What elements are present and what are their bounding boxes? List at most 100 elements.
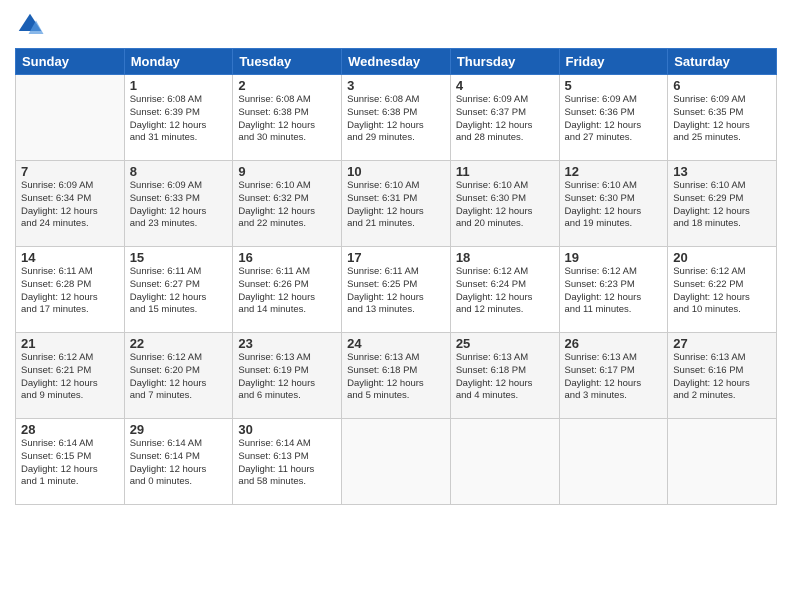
day-number: 9 <box>238 164 336 179</box>
calendar-cell: 30Sunrise: 6:14 AM Sunset: 6:13 PM Dayli… <box>233 419 342 505</box>
day-info: Sunrise: 6:13 AM Sunset: 6:16 PM Dayligh… <box>673 352 771 403</box>
dow-header-wednesday: Wednesday <box>342 49 451 75</box>
day-number: 1 <box>130 78 228 93</box>
day-number: 15 <box>130 250 228 265</box>
day-info: Sunrise: 6:12 AM Sunset: 6:23 PM Dayligh… <box>565 266 663 317</box>
calendar-week-4: 28Sunrise: 6:14 AM Sunset: 6:15 PM Dayli… <box>16 419 777 505</box>
calendar-cell: 11Sunrise: 6:10 AM Sunset: 6:30 PM Dayli… <box>450 161 559 247</box>
calendar-cell: 16Sunrise: 6:11 AM Sunset: 6:26 PM Dayli… <box>233 247 342 333</box>
day-info: Sunrise: 6:09 AM Sunset: 6:34 PM Dayligh… <box>21 180 119 231</box>
calendar-cell: 13Sunrise: 6:10 AM Sunset: 6:29 PM Dayli… <box>668 161 777 247</box>
calendar-cell: 14Sunrise: 6:11 AM Sunset: 6:28 PM Dayli… <box>16 247 125 333</box>
day-info: Sunrise: 6:09 AM Sunset: 6:37 PM Dayligh… <box>456 94 554 145</box>
day-number: 11 <box>456 164 554 179</box>
day-info: Sunrise: 6:14 AM Sunset: 6:13 PM Dayligh… <box>238 438 336 489</box>
day-info: Sunrise: 6:10 AM Sunset: 6:29 PM Dayligh… <box>673 180 771 231</box>
day-number: 5 <box>565 78 663 93</box>
dow-header-tuesday: Tuesday <box>233 49 342 75</box>
calendar-cell: 7Sunrise: 6:09 AM Sunset: 6:34 PM Daylig… <box>16 161 125 247</box>
calendar-week-0: 1Sunrise: 6:08 AM Sunset: 6:39 PM Daylig… <box>16 75 777 161</box>
calendar-week-2: 14Sunrise: 6:11 AM Sunset: 6:28 PM Dayli… <box>16 247 777 333</box>
day-info: Sunrise: 6:13 AM Sunset: 6:19 PM Dayligh… <box>238 352 336 403</box>
page: SundayMondayTuesdayWednesdayThursdayFrid… <box>0 0 792 612</box>
day-info: Sunrise: 6:08 AM Sunset: 6:38 PM Dayligh… <box>238 94 336 145</box>
day-number: 10 <box>347 164 445 179</box>
calendar-cell <box>559 419 668 505</box>
calendar-cell <box>16 75 125 161</box>
day-info: Sunrise: 6:08 AM Sunset: 6:39 PM Dayligh… <box>130 94 228 145</box>
calendar-cell: 12Sunrise: 6:10 AM Sunset: 6:30 PM Dayli… <box>559 161 668 247</box>
calendar-cell: 22Sunrise: 6:12 AM Sunset: 6:20 PM Dayli… <box>124 333 233 419</box>
calendar-cell: 21Sunrise: 6:12 AM Sunset: 6:21 PM Dayli… <box>16 333 125 419</box>
calendar-week-1: 7Sunrise: 6:09 AM Sunset: 6:34 PM Daylig… <box>16 161 777 247</box>
day-number: 24 <box>347 336 445 351</box>
calendar-cell: 23Sunrise: 6:13 AM Sunset: 6:19 PM Dayli… <box>233 333 342 419</box>
logo <box>15 10 49 40</box>
day-info: Sunrise: 6:10 AM Sunset: 6:30 PM Dayligh… <box>565 180 663 231</box>
calendar-cell: 5Sunrise: 6:09 AM Sunset: 6:36 PM Daylig… <box>559 75 668 161</box>
day-number: 6 <box>673 78 771 93</box>
day-info: Sunrise: 6:10 AM Sunset: 6:31 PM Dayligh… <box>347 180 445 231</box>
day-info: Sunrise: 6:12 AM Sunset: 6:21 PM Dayligh… <box>21 352 119 403</box>
day-number: 30 <box>238 422 336 437</box>
calendar-cell: 3Sunrise: 6:08 AM Sunset: 6:38 PM Daylig… <box>342 75 451 161</box>
day-number: 14 <box>21 250 119 265</box>
day-info: Sunrise: 6:09 AM Sunset: 6:36 PM Dayligh… <box>565 94 663 145</box>
day-info: Sunrise: 6:09 AM Sunset: 6:35 PM Dayligh… <box>673 94 771 145</box>
day-info: Sunrise: 6:08 AM Sunset: 6:38 PM Dayligh… <box>347 94 445 145</box>
day-number: 3 <box>347 78 445 93</box>
day-number: 26 <box>565 336 663 351</box>
day-info: Sunrise: 6:12 AM Sunset: 6:24 PM Dayligh… <box>456 266 554 317</box>
calendar: SundayMondayTuesdayWednesdayThursdayFrid… <box>15 48 777 505</box>
calendar-cell: 24Sunrise: 6:13 AM Sunset: 6:18 PM Dayli… <box>342 333 451 419</box>
day-number: 7 <box>21 164 119 179</box>
dow-header-sunday: Sunday <box>16 49 125 75</box>
day-info: Sunrise: 6:10 AM Sunset: 6:30 PM Dayligh… <box>456 180 554 231</box>
calendar-cell: 8Sunrise: 6:09 AM Sunset: 6:33 PM Daylig… <box>124 161 233 247</box>
calendar-week-3: 21Sunrise: 6:12 AM Sunset: 6:21 PM Dayli… <box>16 333 777 419</box>
day-info: Sunrise: 6:13 AM Sunset: 6:18 PM Dayligh… <box>456 352 554 403</box>
day-of-week-row: SundayMondayTuesdayWednesdayThursdayFrid… <box>16 49 777 75</box>
calendar-cell: 29Sunrise: 6:14 AM Sunset: 6:14 PM Dayli… <box>124 419 233 505</box>
day-info: Sunrise: 6:11 AM Sunset: 6:26 PM Dayligh… <box>238 266 336 317</box>
day-info: Sunrise: 6:12 AM Sunset: 6:20 PM Dayligh… <box>130 352 228 403</box>
day-number: 13 <box>673 164 771 179</box>
calendar-cell <box>342 419 451 505</box>
dow-header-saturday: Saturday <box>668 49 777 75</box>
header <box>15 10 777 40</box>
calendar-cell: 10Sunrise: 6:10 AM Sunset: 6:31 PM Dayli… <box>342 161 451 247</box>
day-info: Sunrise: 6:10 AM Sunset: 6:32 PM Dayligh… <box>238 180 336 231</box>
day-info: Sunrise: 6:11 AM Sunset: 6:25 PM Dayligh… <box>347 266 445 317</box>
day-number: 17 <box>347 250 445 265</box>
calendar-cell: 19Sunrise: 6:12 AM Sunset: 6:23 PM Dayli… <box>559 247 668 333</box>
calendar-cell: 18Sunrise: 6:12 AM Sunset: 6:24 PM Dayli… <box>450 247 559 333</box>
calendar-cell: 15Sunrise: 6:11 AM Sunset: 6:27 PM Dayli… <box>124 247 233 333</box>
calendar-cell: 1Sunrise: 6:08 AM Sunset: 6:39 PM Daylig… <box>124 75 233 161</box>
calendar-cell: 28Sunrise: 6:14 AM Sunset: 6:15 PM Dayli… <box>16 419 125 505</box>
calendar-cell: 9Sunrise: 6:10 AM Sunset: 6:32 PM Daylig… <box>233 161 342 247</box>
calendar-cell: 17Sunrise: 6:11 AM Sunset: 6:25 PM Dayli… <box>342 247 451 333</box>
day-number: 22 <box>130 336 228 351</box>
calendar-cell: 6Sunrise: 6:09 AM Sunset: 6:35 PM Daylig… <box>668 75 777 161</box>
day-info: Sunrise: 6:11 AM Sunset: 6:28 PM Dayligh… <box>21 266 119 317</box>
day-info: Sunrise: 6:14 AM Sunset: 6:15 PM Dayligh… <box>21 438 119 489</box>
day-number: 8 <box>130 164 228 179</box>
day-number: 19 <box>565 250 663 265</box>
day-info: Sunrise: 6:09 AM Sunset: 6:33 PM Dayligh… <box>130 180 228 231</box>
calendar-cell: 20Sunrise: 6:12 AM Sunset: 6:22 PM Dayli… <box>668 247 777 333</box>
day-number: 27 <box>673 336 771 351</box>
day-info: Sunrise: 6:11 AM Sunset: 6:27 PM Dayligh… <box>130 266 228 317</box>
logo-icon <box>15 10 45 40</box>
day-number: 4 <box>456 78 554 93</box>
day-number: 29 <box>130 422 228 437</box>
day-number: 18 <box>456 250 554 265</box>
dow-header-thursday: Thursday <box>450 49 559 75</box>
day-info: Sunrise: 6:13 AM Sunset: 6:18 PM Dayligh… <box>347 352 445 403</box>
calendar-cell <box>668 419 777 505</box>
calendar-cell: 25Sunrise: 6:13 AM Sunset: 6:18 PM Dayli… <box>450 333 559 419</box>
day-number: 2 <box>238 78 336 93</box>
day-info: Sunrise: 6:14 AM Sunset: 6:14 PM Dayligh… <box>130 438 228 489</box>
calendar-cell: 27Sunrise: 6:13 AM Sunset: 6:16 PM Dayli… <box>668 333 777 419</box>
day-number: 12 <box>565 164 663 179</box>
day-number: 21 <box>21 336 119 351</box>
